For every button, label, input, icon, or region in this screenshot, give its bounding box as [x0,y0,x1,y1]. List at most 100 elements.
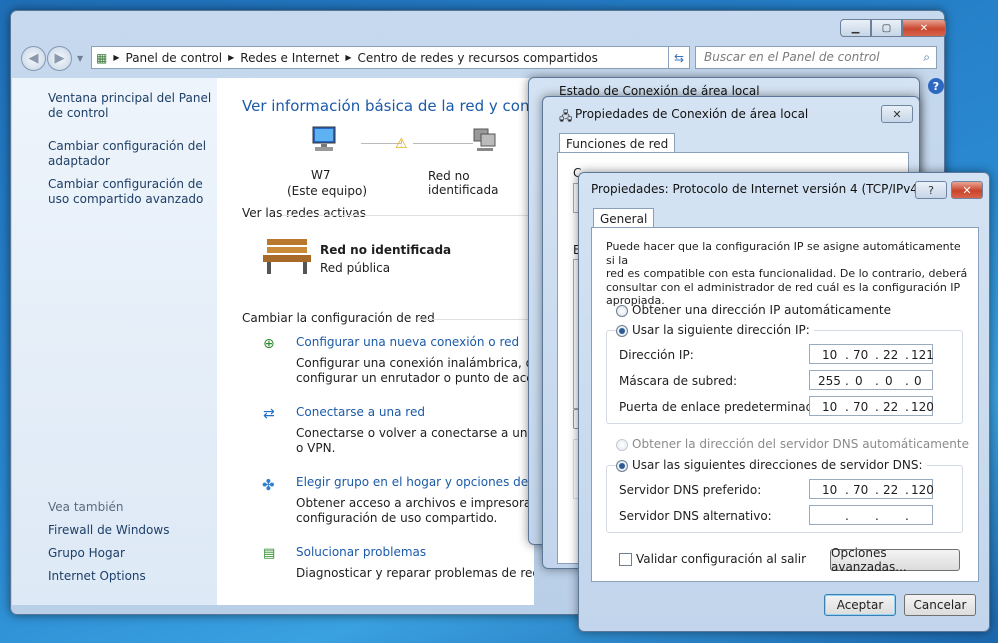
validate-checkbox[interactable]: Validar configuración al salir [619,552,806,566]
minimize-button[interactable]: ▁ [840,19,871,37]
radio-icon [616,304,628,317]
auto-ip-option[interactable]: Obtener una dirección IP automáticamente [616,303,891,317]
network-icon [469,126,499,152]
auto-ip-label: Obtener una dirección IP automáticamente [632,303,891,317]
forward-button[interactable]: ▶ [47,46,72,71]
lan-properties-close[interactable]: ✕ [881,105,913,123]
advanced-button[interactable]: Opciones avanzadas... [830,546,960,574]
intro-text: Puede hacer que la configuración IP se a… [606,240,971,308]
octet: 255 [818,374,841,388]
alternate-dns-field[interactable]: ... [809,505,933,525]
tab-network-functions[interactable]: Funciones de red [559,133,676,154]
network-map-label: Red no identificada [428,169,499,197]
task-troubleshoot[interactable]: Solucionar problemas [296,545,426,559]
active-networks-heading: Ver las redes activas [242,206,366,220]
see-also-heading: Vea también [48,500,124,514]
nav-buttons: ◀ ▶ ▼ [21,45,87,73]
task-new-connection[interactable]: Configurar una nueva conexión o red [296,335,519,349]
ok-button[interactable]: Aceptar [824,594,896,616]
ipv4-close-button[interactable]: ✕ [951,181,983,199]
divider [417,319,534,320]
intro-line: Puede hacer que la configuración IP se a… [606,240,961,267]
refresh-button[interactable]: ⇆ [668,46,690,69]
task-homegroup[interactable]: Elegir grupo en el hogar y opciones de u… [296,475,534,489]
intro-line: red es compatible con esta funcionalidad… [606,267,968,280]
caption-buttons: ▁ ▢ ✕ [840,19,946,37]
subnet-mask-label: Máscara de subred: [619,374,738,388]
breadcrumb-item[interactable]: Redes e Internet [240,51,339,65]
help-button[interactable]: ? [915,181,947,199]
octet: 0 [855,374,863,388]
divider [282,215,534,216]
task-connect[interactable]: Conectarse a una red [296,405,425,419]
preferred-dns-label: Servidor DNS preferido: [619,483,762,497]
new-connection-icon: ⊕ [263,336,275,352]
see-also-firewall[interactable]: Firewall de Windows [48,523,169,538]
task-desc: Configurar una conexión inalámbrica, de … [296,356,534,370]
search-input[interactable]: Buscar en el Panel de control ⌕ [695,46,937,69]
warning-icon: ⚠ [395,136,408,152]
octet: 120 [911,483,934,497]
homegroup-icon: ✤ [262,476,275,494]
manual-ip-option[interactable]: Usar la siguiente dirección IP: [616,323,814,337]
chevron-right-icon: ▶ [345,53,352,62]
octet: 22 [883,400,899,414]
page-title: Ver información básica de la red y confi… [242,97,534,115]
checkbox-icon [619,553,632,566]
manual-dns-label: Usar las siguientes direcciones de servi… [632,458,923,472]
octet: 70 [853,400,869,414]
task-desc: configurar un enrutador o punto de acces… [296,371,534,385]
task-desc: configuración de uso compartido. [296,511,498,525]
breadcrumb-item[interactable]: Panel de control [126,51,223,65]
ipv4-general-panel: Puede hacer que la configuración IP se a… [591,227,979,582]
sidebar-link-home[interactable]: Ventana principal del Panel de control [48,91,213,121]
breadcrumb-item[interactable]: Centro de redes y recursos compartidos [358,51,598,65]
ip-address-label: Dirección IP: [619,348,694,362]
octet: 22 [883,348,899,362]
validate-label: Validar configuración al salir [636,552,807,566]
active-network-type[interactable]: Red pública [320,261,390,275]
computer-name: W7 [311,168,331,182]
octet: 70 [853,348,869,362]
octet: 0 [885,374,893,388]
close-button[interactable]: ✕ [902,19,946,37]
search-placeholder: Buscar en el Panel de control [704,50,880,64]
tab-general[interactable]: General [593,208,655,229]
address-bar[interactable]: ▦ ▶ Panel de control ▶ Redes e Internet … [91,46,688,69]
search-icon: ⌕ [923,50,930,64]
octet: 120 [911,400,934,414]
ip-address-field[interactable]: 10. 70. 22. 121 [809,344,934,364]
sidebar-link-sharing[interactable]: Cambiar configuración de uso compartido … [48,177,218,207]
manual-ip-label: Usar la siguiente dirección IP: [632,323,810,337]
computer-subtitle: (Este equipo) [287,184,367,198]
recent-pages-icon[interactable]: ▼ [77,54,83,63]
task-desc: Obtener acceso a archivos e impresoras u… [296,496,534,510]
gateway-field[interactable]: 10. 70. 22. 120 [809,396,934,416]
troubleshoot-icon: ▤ [263,546,276,561]
cancel-button[interactable]: Cancelar [904,594,976,616]
auto-dns-option: Obtener la dirección del servidor DNS au… [616,437,969,451]
computer-icon [309,125,339,151]
task-desc: Conectarse o volver a conectarse a una c… [296,426,534,440]
see-also-internet-options[interactable]: Internet Options [48,569,146,584]
sidebar-link-adapter[interactable]: Cambiar configuración del adaptador [48,139,213,169]
octet: 0 [914,374,922,388]
octet: 10 [822,400,838,414]
maximize-button[interactable]: ▢ [871,19,902,37]
see-also-homegroup[interactable]: Grupo Hogar [48,546,125,561]
control-panel-icon: ▦ [96,50,108,65]
back-button[interactable]: ◀ [21,46,46,71]
sidebar: Ventana principal del Panel de control C… [12,78,217,605]
gateway-label: Puerta de enlace predeterminada: [619,400,825,414]
radio-selected-icon [616,459,628,472]
chevron-right-icon: ▶ [113,53,120,62]
connect-network-icon: ⇄ [263,406,275,422]
preferred-dns-field[interactable]: 10. 70. 22. 120 [809,479,934,499]
manual-dns-option[interactable]: Usar las siguientes direcciones de servi… [616,458,927,472]
subnet-mask-field[interactable]: 255. 0. 0. 0 [809,370,933,390]
auto-dns-label: Obtener la dirección del servidor DNS au… [632,437,969,451]
task-desc: o VPN. [296,441,336,455]
ipv4-properties-dialog: Propiedades: Protocolo de Internet versi… [578,172,990,632]
help-icon[interactable]: ? [928,78,944,94]
octet: 22 [883,483,899,497]
